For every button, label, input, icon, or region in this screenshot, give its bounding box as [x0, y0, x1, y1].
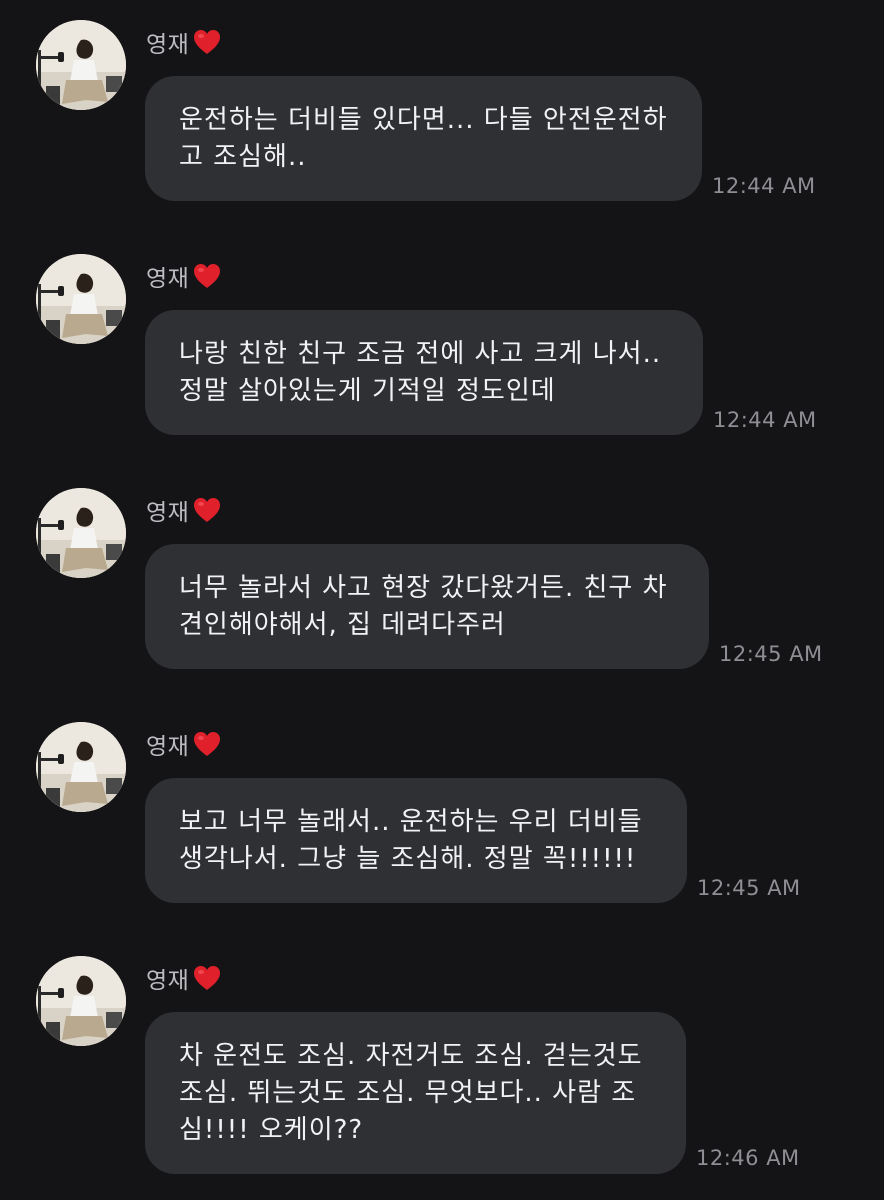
message-timestamp: 12:45 AM — [697, 876, 801, 900]
message-bubble[interactable]: 운전하는 더비들 있다면... 다들 안전운전하 고 조심해.. — [145, 76, 702, 201]
avatar[interactable] — [36, 254, 126, 344]
heart-icon — [194, 966, 221, 990]
avatar[interactable] — [36, 20, 126, 110]
sender-name: 영재 — [146, 500, 190, 526]
heart-icon — [194, 30, 221, 54]
message-timestamp: 12:46 AM — [696, 1146, 800, 1170]
message-text: 보고 너무 놀래서.. 운전하는 우리 더비들 생각나서. 그냥 늘 조심해. … — [179, 807, 643, 874]
avatar[interactable] — [36, 488, 126, 578]
message-text: 나랑 친한 친구 조금 전에 사고 크게 나서.. 정말 살아있는게 기적일 정… — [179, 339, 662, 406]
sender-row: 영재 — [146, 492, 221, 528]
chat-message: 영재 차 운전도 조심. 자전거도 조심. 걷는것도 조심. 뛰는것도 조심. … — [0, 936, 884, 1200]
sender-row: 영재 — [146, 960, 221, 996]
chat-message: 영재 운전하는 더비들 있다면... 다들 안전운전하 고 조심해.. 12:4… — [0, 0, 884, 201]
chat-message: 영재 너무 놀라서 사고 현장 갔다왔거든. 친구 차 견인해야해서, 집 데려… — [0, 468, 884, 669]
message-text: 차 운전도 조심. 자전거도 조심. 걷는것도 조심. 뛰는것도 조심. 무엇보… — [179, 1041, 643, 1145]
sender-name: 영재 — [146, 266, 190, 292]
sender-row: 영재 — [146, 258, 221, 294]
sender-row: 영재 — [146, 726, 221, 762]
message-bubble[interactable]: 나랑 친한 친구 조금 전에 사고 크게 나서.. 정말 살아있는게 기적일 정… — [145, 310, 703, 435]
message-bubble[interactable]: 너무 놀라서 사고 현장 갔다왔거든. 친구 차 견인해야해서, 집 데려다주러 — [145, 544, 709, 669]
message-timestamp: 12:44 AM — [712, 174, 816, 198]
sender-name: 영재 — [146, 32, 190, 58]
heart-icon — [194, 264, 221, 288]
sender-name: 영재 — [146, 734, 190, 760]
message-timestamp: 12:45 AM — [719, 642, 823, 666]
heart-icon — [194, 498, 221, 522]
message-timestamp: 12:44 AM — [713, 408, 817, 432]
message-text: 운전하는 더비들 있다면... 다들 안전운전하 고 조심해.. — [179, 105, 668, 172]
message-bubble[interactable]: 차 운전도 조심. 자전거도 조심. 걷는것도 조심. 뛰는것도 조심. 무엇보… — [145, 1012, 686, 1174]
sender-name: 영재 — [146, 968, 190, 994]
chat-message: 영재 나랑 친한 친구 조금 전에 사고 크게 나서.. 정말 살아있는게 기적… — [0, 234, 884, 435]
message-text: 너무 놀라서 사고 현장 갔다왔거든. 친구 차 견인해야해서, 집 데려다주러 — [179, 573, 668, 640]
avatar[interactable] — [36, 722, 126, 812]
message-bubble[interactable]: 보고 너무 놀래서.. 운전하는 우리 더비들 생각나서. 그냥 늘 조심해. … — [145, 778, 687, 903]
chat-message: 영재 보고 너무 놀래서.. 운전하는 우리 더비들 생각나서. 그냥 늘 조심… — [0, 702, 884, 903]
avatar[interactable] — [36, 956, 126, 1046]
heart-icon — [194, 732, 221, 756]
sender-row: 영재 — [146, 24, 221, 60]
